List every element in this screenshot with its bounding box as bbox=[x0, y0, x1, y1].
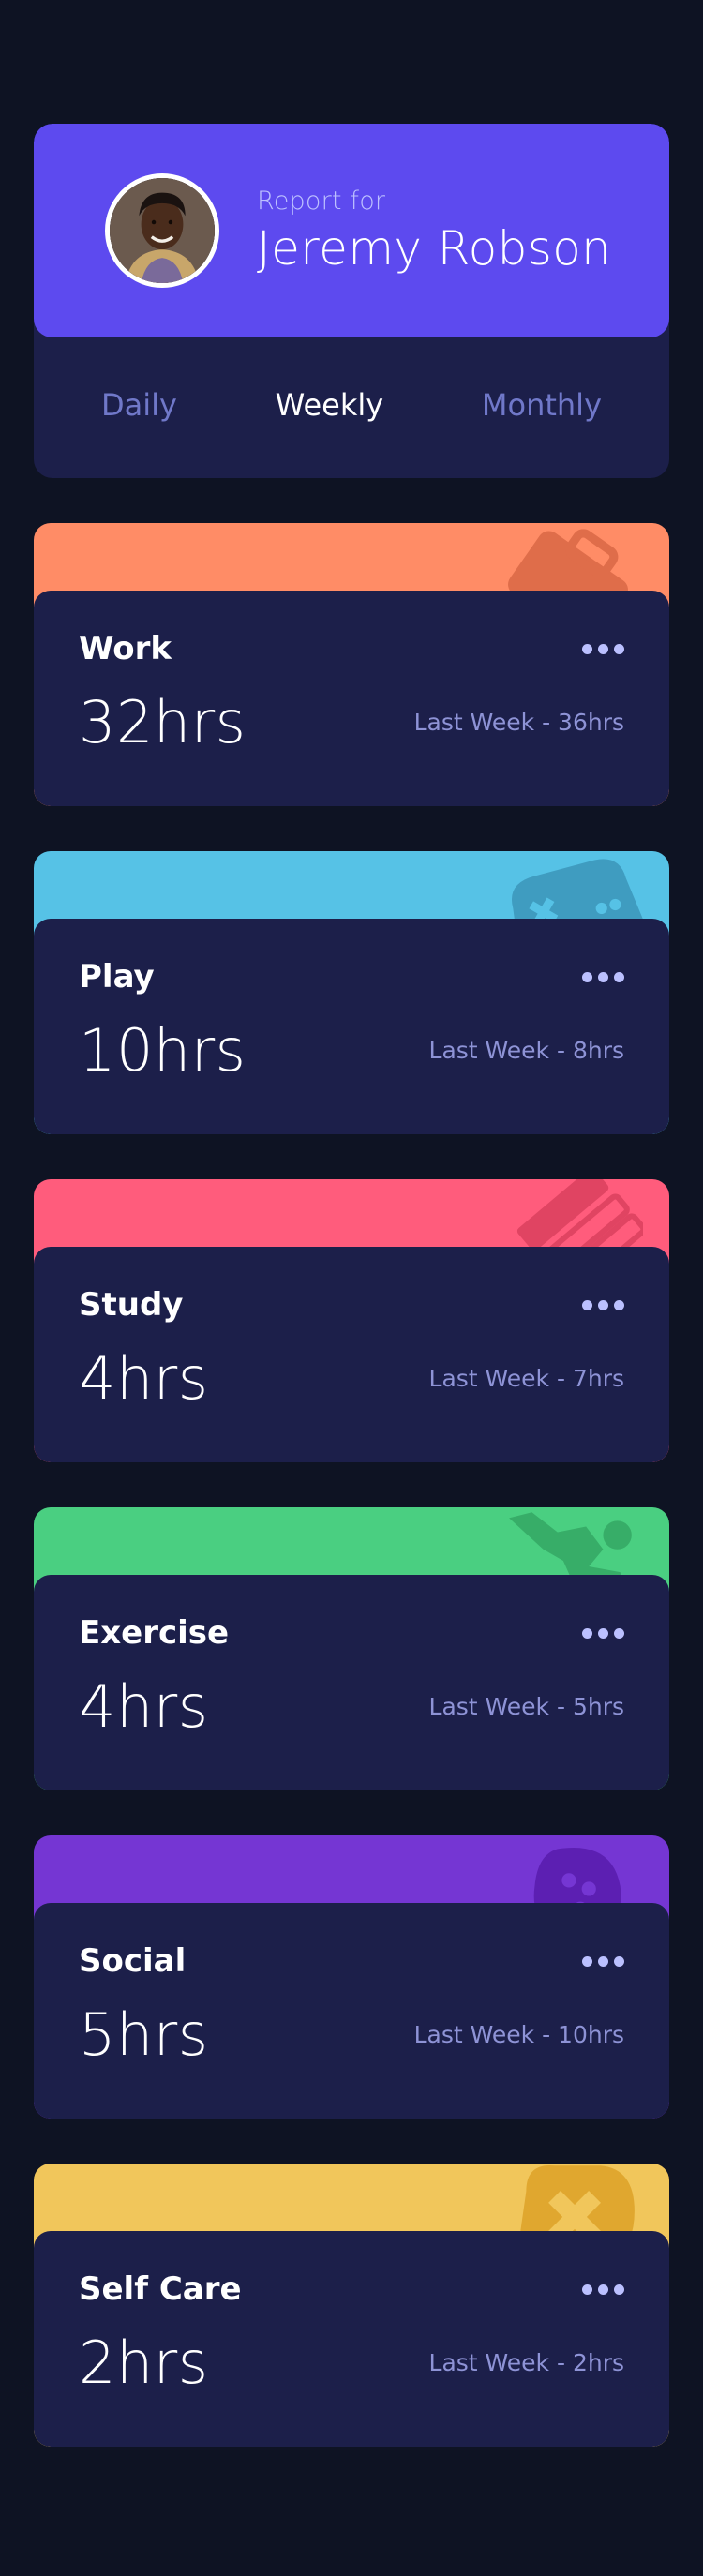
current-hours: 5hrs bbox=[79, 2000, 209, 2069]
previous-hours: Last Week - 36hrs bbox=[413, 709, 624, 736]
report-for-label: Report for bbox=[257, 186, 386, 216]
current-hours: 32hrs bbox=[79, 688, 247, 756]
more-options-icon[interactable] bbox=[582, 2277, 624, 2302]
more-options-icon[interactable] bbox=[582, 1949, 624, 1974]
more-options-icon[interactable] bbox=[582, 637, 624, 662]
previous-hours: Last Week - 10hrs bbox=[413, 2021, 624, 2048]
tab-weekly[interactable]: Weekly bbox=[276, 387, 384, 423]
time-tracking-dashboard: Report for Jeremy Robson Daily Weekly Mo… bbox=[34, 124, 669, 2447]
more-options-icon[interactable] bbox=[582, 1621, 624, 1646]
current-hours: 4hrs bbox=[79, 1672, 209, 1741]
more-options-icon[interactable] bbox=[582, 1293, 624, 1318]
user-avatar-photo bbox=[110, 178, 215, 283]
activity-body: Study 4hrs Last Week - 7hrs bbox=[34, 1247, 669, 1462]
activity-card-exercise: Exercise 4hrs Last Week - 5hrs bbox=[34, 1507, 669, 1790]
activity-title: Study bbox=[79, 1286, 184, 1324]
tab-monthly[interactable]: Monthly bbox=[482, 387, 602, 423]
activity-title: Self Care bbox=[79, 2270, 242, 2308]
user-name: Jeremy Robson bbox=[257, 220, 612, 276]
activity-title: Exercise bbox=[79, 1614, 230, 1652]
previous-hours: Last Week - 2hrs bbox=[428, 2349, 624, 2376]
previous-hours: Last Week - 8hrs bbox=[428, 1037, 624, 1064]
current-hours: 2hrs bbox=[79, 2329, 209, 2397]
activity-body: Self Care 2hrs Last Week - 2hrs bbox=[34, 2231, 669, 2447]
current-hours: 10hrs bbox=[79, 1016, 247, 1085]
activity-card-study: Study 4hrs Last Week - 7hrs bbox=[34, 1179, 669, 1462]
previous-hours: Last Week - 5hrs bbox=[428, 1693, 624, 1720]
activity-card-social: Social 5hrs Last Week - 10hrs bbox=[34, 1835, 669, 2119]
activity-card-work: Work 32hrs Last Week - 36hrs bbox=[34, 523, 669, 806]
current-hours: 4hrs bbox=[79, 1344, 209, 1413]
activity-title: Social bbox=[79, 1942, 187, 1980]
profile-card: Report for Jeremy Robson Daily Weekly Mo… bbox=[34, 124, 669, 478]
activity-title: Work bbox=[79, 630, 172, 667]
activity-card-play: Play 10hrs Last Week - 8hrs bbox=[34, 851, 669, 1134]
activity-body: Social 5hrs Last Week - 10hrs bbox=[34, 1903, 669, 2119]
activity-title: Play bbox=[79, 958, 155, 996]
profile-header: Report for Jeremy Robson bbox=[34, 124, 669, 337]
activity-card-self-care: Self Care 2hrs Last Week - 2hrs bbox=[34, 2164, 669, 2447]
previous-hours: Last Week - 7hrs bbox=[428, 1365, 624, 1392]
profile-text: Report for Jeremy Robson bbox=[257, 187, 611, 276]
more-options-icon[interactable] bbox=[582, 965, 624, 990]
tab-daily[interactable]: Daily bbox=[101, 387, 177, 423]
activity-body: Play 10hrs Last Week - 8hrs bbox=[34, 919, 669, 1134]
period-tabs: Daily Weekly Monthly bbox=[34, 337, 669, 478]
activity-body: Exercise 4hrs Last Week - 5hrs bbox=[34, 1575, 669, 1790]
avatar bbox=[105, 173, 219, 288]
activity-body: Work 32hrs Last Week - 36hrs bbox=[34, 591, 669, 806]
